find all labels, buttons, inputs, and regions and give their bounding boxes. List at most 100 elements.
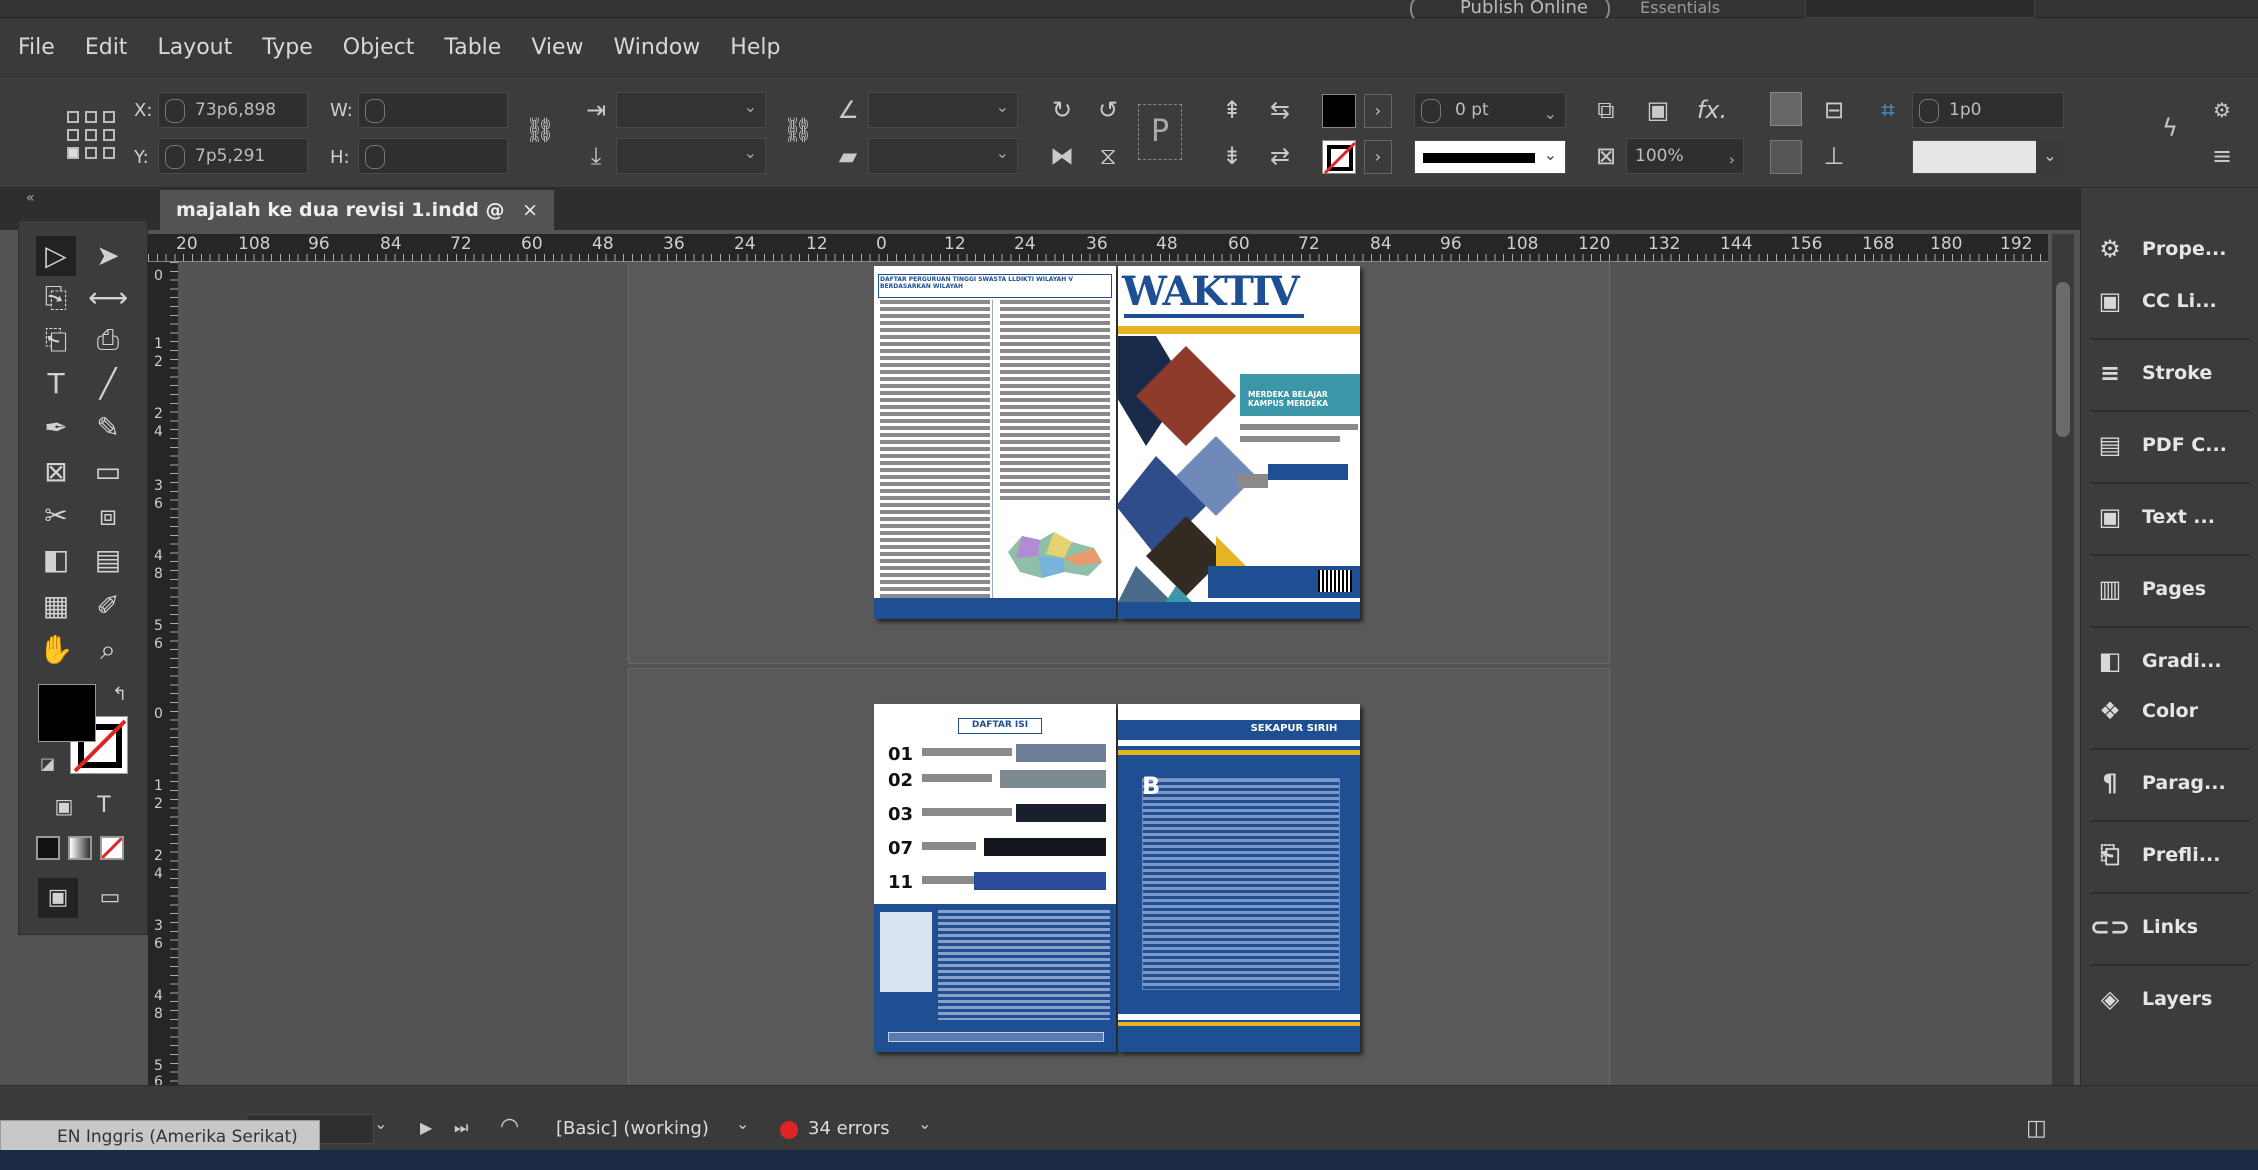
panel-stroke[interactable]: ≡ Stroke: [2088, 344, 2258, 402]
direct-selection-tool-icon[interactable]: ➤: [88, 236, 128, 276]
line-tool-icon[interactable]: ╱: [88, 364, 128, 404]
errors-dropdown-icon[interactable]: ⌄: [918, 1114, 931, 1133]
x-position-field[interactable]: 73p6,898: [158, 92, 308, 128]
language-indicator[interactable]: EN Inggris (Amerika Serikat): [0, 1120, 320, 1152]
free-transform-tool-icon[interactable]: ⧈: [88, 496, 128, 536]
scale-y-dropdown[interactable]: ⌄: [616, 138, 766, 174]
panel-layers[interactable]: ◈ Layers: [2088, 970, 2258, 1028]
apply-gradient-icon[interactable]: [68, 836, 92, 860]
reference-point-icon[interactable]: [66, 110, 116, 160]
stroke-menu-button[interactable]: ›: [1364, 140, 1392, 174]
panel-menu-icon[interactable]: ≡: [2204, 138, 2240, 174]
menu-view[interactable]: View: [531, 35, 583, 60]
select-container-icon[interactable]: ⇞: [1214, 92, 1250, 128]
error-count[interactable]: 34 errors: [808, 1118, 890, 1139]
gradient-swatch-tool-icon[interactable]: ◧: [36, 540, 76, 580]
pasteboard[interactable]: DAFTAR PERGURUAN TINGGI SWASTA LLDIKTI W…: [178, 262, 2048, 1085]
rectangle-frame-tool-icon[interactable]: ⊠: [36, 452, 76, 492]
toc-page[interactable]: DAFTAR ISI 01 02 03 07 11: [874, 704, 1116, 1052]
eyedropper-tool-icon[interactable]: ✐: [88, 586, 128, 626]
vertical-scroll-thumb[interactable]: [2056, 282, 2070, 437]
align-center-icon[interactable]: ⊟: [1816, 92, 1852, 128]
panel-pages[interactable]: ▥ Pages: [2088, 560, 2258, 618]
gear-icon[interactable]: ⚙: [2204, 92, 2240, 128]
close-tab-icon[interactable]: ×: [522, 190, 538, 230]
collapse-toolbar-icon[interactable]: «: [26, 190, 35, 206]
object-style-dropdown-arrow[interactable]: ⌄: [2036, 140, 2064, 174]
workspace-switcher[interactable]: Essentials: [1640, 0, 1780, 17]
last-page-icon[interactable]: ⏭: [454, 1118, 468, 1138]
panel-pdf-comments[interactable]: ▤ PDF C...: [2088, 416, 2258, 474]
next-page-icon[interactable]: ▶: [420, 1118, 432, 1137]
opacity-field[interactable]: 100% ›: [1626, 138, 1744, 174]
scale-x-dropdown[interactable]: ⌄: [616, 92, 766, 128]
rectangle-tool-icon[interactable]: ▭: [88, 452, 128, 492]
formatting-text-icon[interactable]: T: [84, 786, 124, 826]
apply-none-icon[interactable]: [100, 836, 124, 860]
page-tool-icon[interactable]: ⎘: [36, 278, 76, 318]
quick-apply-icon[interactable]: ϟ: [2152, 110, 2188, 146]
menu-window[interactable]: Window: [614, 35, 701, 60]
menu-type[interactable]: Type: [262, 35, 313, 60]
menu-help[interactable]: Help: [730, 35, 780, 60]
gap-field[interactable]: 1p0: [1912, 92, 2064, 128]
page-1-left[interactable]: DAFTAR PERGURUAN TINGGI SWASTA LLDIKTI W…: [874, 266, 1116, 619]
vertical-ruler[interactable]: 0 1 2 2 4 3 6 4 8 5 6 0 1 2 2 4 3 6 4 8 …: [148, 262, 178, 1085]
flip-vertical-icon[interactable]: ⧖: [1090, 138, 1126, 174]
scissors-tool-icon[interactable]: ✂: [36, 496, 76, 536]
menu-layout[interactable]: Layout: [157, 35, 232, 60]
width-field[interactable]: [358, 92, 508, 128]
frame-fitting-icon[interactable]: ⌗: [1870, 92, 1906, 128]
height-field[interactable]: [358, 138, 508, 174]
rotate-cw-icon[interactable]: ↻: [1044, 92, 1080, 128]
pen-tool-icon[interactable]: ✒: [36, 408, 76, 448]
menu-object[interactable]: Object: [343, 35, 415, 60]
hand-tool-icon[interactable]: ✋: [36, 630, 76, 670]
profile-dropdown-icon[interactable]: ⌄: [736, 1114, 749, 1133]
cover-page[interactable]: WAKTIV MERDEKA BELAJAR KAMPUS MERDEKA: [1118, 266, 1360, 619]
auto-fit-icon[interactable]: ⧉: [1588, 92, 1624, 128]
align-top-button[interactable]: [1770, 92, 1802, 126]
constrain-proportions-icon[interactable]: ⛓: [522, 112, 558, 148]
panel-links[interactable]: ⊂⊃ Links: [2088, 898, 2258, 956]
text-wrap-icon[interactable]: ▣: [1640, 92, 1676, 128]
panel-cc-libraries[interactable]: ▣ CC Li...: [2088, 272, 2258, 330]
apply-color-icon[interactable]: [36, 836, 60, 860]
foreword-page[interactable]: SEKAPUR SIRIH B: [1118, 704, 1360, 1052]
content-placer-icon[interactable]: ⎙: [88, 320, 128, 360]
formatting-container-icon[interactable]: ▣: [44, 786, 84, 826]
swap-fill-stroke-icon[interactable]: ↰: [112, 684, 127, 705]
page-dropdown-icon[interactable]: ⌄: [374, 1114, 387, 1133]
screen-mode-icon[interactable]: ▭: [90, 878, 130, 918]
rotate-ccw-icon[interactable]: ↺: [1090, 92, 1126, 128]
selection-tool-icon[interactable]: ▷: [36, 236, 76, 276]
search-input[interactable]: [1805, 0, 2035, 18]
split-window-icon[interactable]: ◫: [2026, 1116, 2047, 1141]
effects-icon[interactable]: fx.: [1694, 92, 1730, 128]
constrain-scale-icon[interactable]: ⛓: [780, 112, 816, 148]
select-next-icon[interactable]: ⇄: [1262, 138, 1298, 174]
rotation-dropdown[interactable]: ⌄: [868, 92, 1018, 128]
fill-swatch[interactable]: [1322, 94, 1356, 128]
stroke-weight-field[interactable]: 0 pt ⌄: [1414, 92, 1566, 128]
panel-properties[interactable]: ⚙ Prope...: [2088, 220, 2258, 278]
select-previous-icon[interactable]: ⇆: [1262, 92, 1298, 128]
menu-file[interactable]: File: [18, 35, 55, 60]
fill-menu-button[interactable]: ›: [1364, 94, 1392, 128]
type-tool-icon[interactable]: T: [36, 364, 76, 404]
stroke-type-dropdown[interactable]: ⌄: [1414, 140, 1566, 174]
align-middle-button[interactable]: [1770, 140, 1802, 174]
normal-view-icon[interactable]: ▣: [38, 878, 78, 918]
note-tool-icon[interactable]: ▦: [36, 586, 76, 626]
panel-preflight[interactable]: ⎗ Prefli...: [2088, 826, 2258, 884]
stroke-swatch[interactable]: [1322, 140, 1357, 175]
panel-text-wrap[interactable]: ▣ Text ...: [2088, 488, 2258, 546]
align-bottom-icon[interactable]: ⊥: [1816, 138, 1852, 174]
y-position-field[interactable]: 7p5,291: [158, 138, 308, 174]
document-tab[interactable]: majalah ke dua revisi 1.indd @ 25% ×: [160, 190, 554, 261]
panel-color[interactable]: ❖ Color: [2088, 682, 2258, 740]
horizontal-ruler[interactable]: 20 108 96 84 72 60 48 36 24 12 0 12 24 3…: [148, 234, 2048, 262]
preflight-profile[interactable]: [Basic] (working): [556, 1118, 709, 1139]
panel-paragraph[interactable]: ¶ Parag...: [2088, 754, 2258, 812]
pencil-tool-icon[interactable]: ✎: [88, 408, 128, 448]
